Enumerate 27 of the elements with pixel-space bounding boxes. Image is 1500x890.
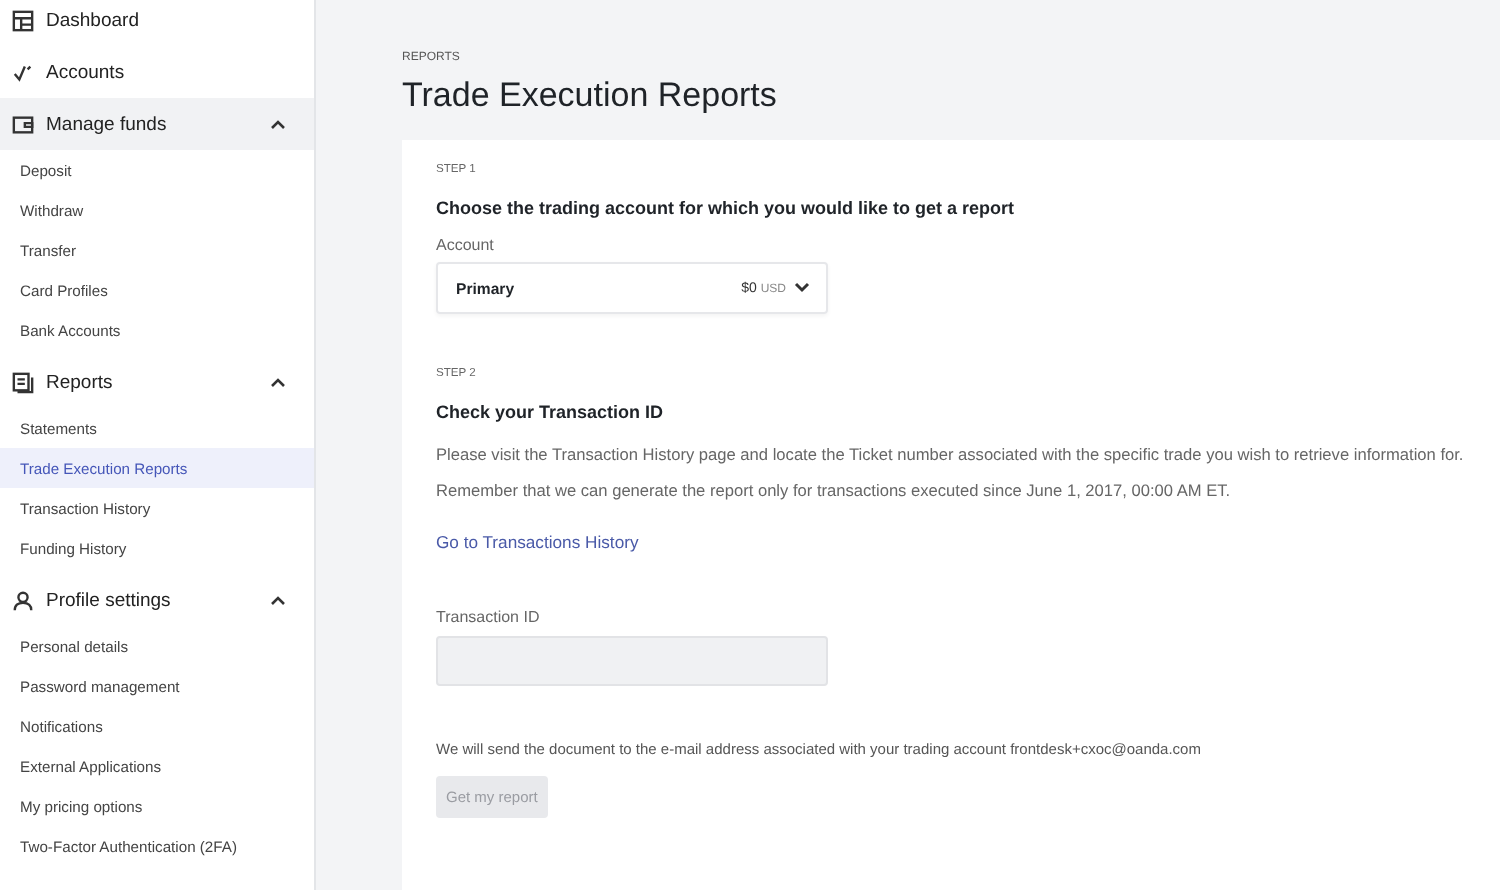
- sidebar-item[interactable]: Accounts: [0, 46, 314, 98]
- chevron-down-icon: [794, 282, 810, 294]
- transactions-history-link[interactable]: Go to Transactions History: [436, 532, 639, 552]
- sidebar-item-label: Accounts: [46, 61, 125, 83]
- caret-icon[interactable]: [270, 594, 286, 606]
- instructions-text: Please visit the Transaction History page and locate the Ticket number associated with the specific trade you wish to retrieve information for. Remember that we can generate the report only for transactions executed since June 1, 2017, 00:00 AM ET.: [436, 442, 1466, 504]
- step-heading: Choose the trading account for which you would like to get a report: [436, 198, 1015, 218]
- section-label: Reports: [46, 371, 115, 393]
- transaction-id-field[interactable]: [436, 636, 828, 686]
- caret-icon[interactable]: [270, 118, 286, 130]
- section-label: Profile settings: [46, 589, 173, 611]
- sidebar-section[interactable]: Profile settings: [0, 574, 314, 626]
- sidebar-item[interactable]: Dashboard: [0, 0, 314, 46]
- page-title: Trade Execution Reports: [402, 76, 779, 116]
- caret-icon[interactable]: [270, 376, 286, 388]
- dashboard-icon: [12, 9, 34, 31]
- sidebar-item-label: Dashboard: [46, 9, 139, 31]
- field-label: Account: [436, 236, 494, 254]
- check-icon: [12, 61, 34, 83]
- wallet-icon: [12, 113, 34, 135]
- section-label: Manage funds: [46, 113, 169, 135]
- sidebar-section[interactable]: Reports: [0, 356, 314, 408]
- sidebar-section[interactable]: Manage funds: [0, 98, 314, 150]
- report-icon: [12, 371, 34, 393]
- step-heading: Check your Transaction ID: [436, 402, 664, 422]
- field-label: Transaction ID: [436, 608, 540, 626]
- person-icon: [12, 589, 34, 611]
